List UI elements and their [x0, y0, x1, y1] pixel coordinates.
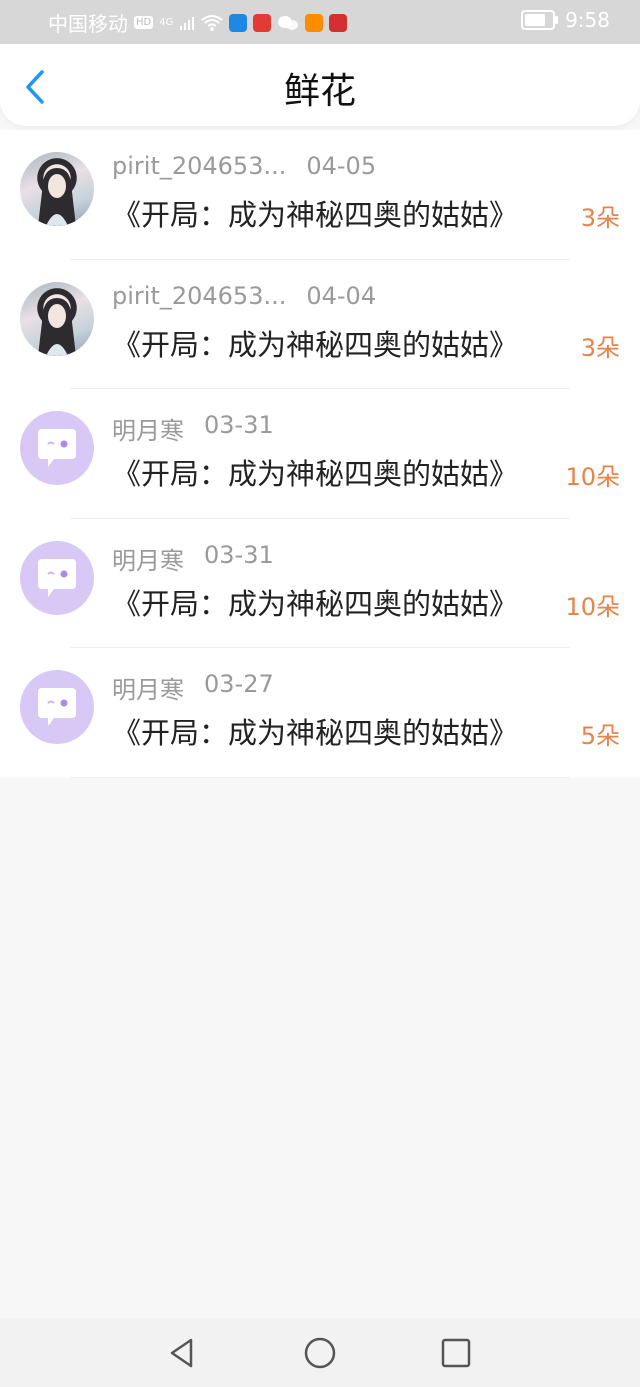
system-nav-bar	[0, 1318, 640, 1387]
flower-count: 3朵	[580, 333, 620, 362]
avatar[interactable]	[20, 152, 94, 226]
circle-home-icon	[304, 1337, 336, 1369]
book-title: 《开局：成为神秘四奥的姑姑》	[112, 457, 519, 491]
hd-badge: HD	[134, 16, 154, 29]
reader-notification-icon	[253, 13, 272, 32]
status-bar: 中国移动 HD 4G 9:58	[0, 0, 640, 44]
gift-meta: pirit_204653... 04-05	[112, 152, 376, 180]
avatar[interactable]	[20, 281, 94, 356]
user-name[interactable]: 明月寒	[112, 411, 184, 446]
gift-date: 03-31	[204, 411, 274, 439]
avatar[interactable]	[20, 670, 94, 744]
user-name[interactable]: pirit_204653...	[112, 282, 286, 310]
gift-meta: pirit_204653... 04-04	[112, 282, 376, 310]
list-item[interactable]: 明月寒 03-31 《开局：成为神秘四奥的姑姑》 10朵	[0, 519, 640, 648]
list-item[interactable]: 明月寒 03-31 《开局：成为神秘四奥的姑姑》 10朵	[0, 389, 640, 519]
clock: 9:58	[565, 8, 610, 32]
book-title: 《开局：成为神秘四奥的姑姑》	[112, 716, 519, 750]
nav-recents-button[interactable]	[438, 1335, 474, 1371]
book-title: 《开局：成为神秘四奥的姑姑》	[112, 198, 519, 232]
list-item[interactable]: 明月寒 03-27 《开局：成为神秘四奥的姑姑》 5朵	[0, 648, 640, 778]
user-name[interactable]: 明月寒	[112, 541, 184, 576]
heart-notification-icon	[329, 13, 348, 32]
carrier-label: 中国移动	[48, 12, 128, 36]
video-notification-icon	[305, 13, 324, 32]
book-title: 《开局：成为神秘四奥的姑姑》	[112, 586, 519, 621]
divider	[70, 776, 570, 778]
gift-meta: 明月寒 03-27	[112, 670, 274, 705]
square-recents-icon	[441, 1338, 471, 1368]
nav-home-button[interactable]	[302, 1335, 338, 1371]
flower-count: 5朵	[580, 722, 620, 750]
wifi-icon	[201, 14, 223, 31]
gift-date: 03-31	[204, 540, 274, 569]
list-item[interactable]: pirit_204653... 04-04 《开局：成为神秘四奥的姑姑》 3朵	[0, 260, 640, 389]
header-bar: 鲜花	[0, 44, 640, 126]
user-name[interactable]: pirit_204653...	[112, 152, 286, 180]
chat-bubble-icon	[38, 688, 76, 726]
wechat-icon	[278, 15, 299, 30]
gift-date: 04-04	[306, 281, 377, 310]
user-name[interactable]: 明月寒	[112, 670, 184, 705]
avatar[interactable]	[20, 411, 94, 485]
triangle-back-icon	[170, 1338, 193, 1368]
avatar[interactable]	[20, 540, 94, 615]
list-item[interactable]: pirit_204653... 04-05 《开局：成为神秘四奥的姑姑》 3朵	[0, 130, 640, 260]
gift-date: 03-27	[204, 670, 274, 698]
gift-meta: 明月寒 03-31	[112, 541, 274, 576]
flower-count: 10朵	[565, 592, 620, 621]
user-photo-icon	[38, 168, 76, 226]
page-title: 鲜花	[283, 71, 356, 112]
book-title: 《开局：成为神秘四奥的姑姑》	[112, 327, 519, 362]
signal-icon	[180, 16, 195, 30]
app-notification-icon	[229, 13, 248, 32]
user-photo-icon	[38, 297, 76, 356]
flower-gift-list: pirit_204653... 04-05 《开局：成为神秘四奥的姑姑》 3朵 piri…	[0, 130, 640, 778]
battery-icon	[521, 10, 559, 30]
network-label: 4G	[159, 17, 174, 28]
chat-bubble-icon	[38, 429, 76, 467]
nav-back-button[interactable]	[165, 1335, 201, 1371]
flower-count: 3朵	[580, 204, 620, 232]
gift-meta: 明月寒 03-31	[112, 411, 274, 446]
chat-bubble-icon	[38, 558, 76, 597]
gift-date: 04-05	[306, 152, 377, 180]
flower-count: 10朵	[565, 463, 620, 491]
